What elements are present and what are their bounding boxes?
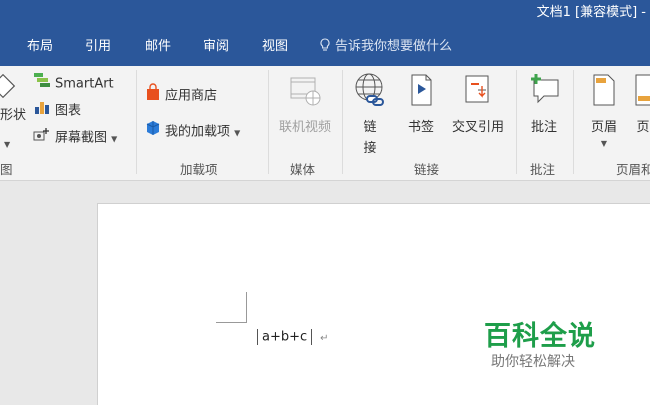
bookmark-label: 书签	[407, 120, 434, 135]
window-title: 文档1 [兼容模式] -	[536, 5, 646, 20]
group-separator	[268, 70, 269, 174]
document-page[interactable]: a+b+c ↵	[97, 203, 650, 405]
title-bar: 文档1 [兼容模式] -	[0, 0, 650, 28]
globe-link-icon	[350, 72, 390, 112]
addins-cube-icon	[145, 119, 161, 145]
shapes-dropdown-icon: ▼	[4, 140, 11, 149]
group-separator	[342, 70, 343, 174]
header-label: 页眉	[590, 120, 617, 135]
group-label-header-footer: 页眉和	[616, 162, 650, 177]
group-separator	[516, 70, 517, 174]
ribbon: 形状 ▼ SmartArt 图表 屏幕截图 ▼ 图 应用商店 我的加载项 ▼ 加…	[0, 66, 650, 181]
store-bag-icon	[145, 83, 161, 109]
new-comment-button[interactable]: 批注	[523, 72, 565, 135]
screenshot-dropdown-icon: ▼	[111, 134, 118, 144]
online-video-label: 联机视频	[278, 120, 331, 135]
shapes-icon	[0, 72, 20, 106]
tell-me-search[interactable]: 告诉我你想要做什么	[320, 28, 452, 66]
app-store-label: 应用商店	[165, 88, 218, 104]
chart-icon	[33, 99, 51, 123]
group-label-links: 链接	[414, 162, 440, 177]
tab-mailings[interactable]: 邮件	[145, 28, 171, 66]
chart-label: 图表	[55, 103, 82, 119]
footer-page-icon	[628, 72, 650, 112]
margin-corner-mark	[216, 292, 247, 323]
equation-text: a+b+c	[262, 329, 308, 345]
my-addins-label: 我的加载项	[165, 124, 231, 140]
new-comment-label: 批注	[530, 120, 557, 135]
footer-label: 页	[636, 120, 650, 135]
cross-reference-label: 交叉引用	[451, 120, 504, 135]
footer-button[interactable]: 页	[628, 72, 650, 135]
ribbon-tab-bar: 布局 引用 邮件 审阅 视图 告诉我你想要做什么	[0, 28, 650, 66]
bookmark-button[interactable]: 书签	[402, 72, 440, 135]
tab-view[interactable]: 视图	[262, 28, 288, 66]
lightbulb-icon	[320, 30, 330, 51]
bookmark-icon	[402, 72, 440, 112]
online-video-button[interactable]: 联机视频	[273, 72, 337, 135]
tab-references[interactable]: 引用	[85, 28, 111, 66]
tell-me-text: 告诉我你想要做什么	[335, 39, 453, 54]
link-label-line1: 链	[363, 120, 377, 135]
header-page-icon	[584, 72, 624, 112]
tab-layout[interactable]: 布局	[27, 28, 53, 66]
header-button[interactable]: 页眉 ▼	[584, 72, 624, 148]
watermark-subtitle: 助你轻松解决	[491, 354, 575, 370]
link-button[interactable]: 链 接	[350, 72, 390, 156]
group-label-comments: 批注	[530, 162, 556, 177]
screenshot-icon	[33, 126, 51, 150]
equation-border-right	[311, 329, 313, 345]
film-globe-icon	[273, 72, 337, 112]
group-separator	[573, 70, 574, 174]
tab-review[interactable]: 审阅	[203, 28, 229, 66]
comment-add-icon	[523, 72, 565, 112]
my-addins-dropdown-icon: ▼	[234, 128, 241, 138]
header-dropdown-icon: ▼	[600, 139, 608, 148]
equation-border-left	[257, 329, 258, 345]
equation-line[interactable]: a+b+c ↵	[253, 329, 329, 345]
smartart-label: SmartArt	[55, 76, 114, 92]
shapes-button[interactable]: 形状	[0, 72, 26, 123]
smartart-icon	[33, 72, 51, 96]
shapes-label: 形状	[0, 108, 27, 123]
paragraph-mark: ↵	[320, 332, 329, 344]
link-label-line2: 接	[363, 141, 377, 156]
app-store-button[interactable]: 应用商店	[145, 83, 217, 105]
cross-reference-button[interactable]: 交叉引用	[446, 72, 510, 135]
group-label-addins: 加载项	[180, 162, 218, 177]
group-label-media: 媒体	[290, 162, 316, 177]
screenshot-label: 屏幕截图	[55, 130, 108, 146]
group-separator	[136, 70, 137, 174]
screenshot-button[interactable]: 屏幕截图 ▼	[33, 126, 117, 148]
cross-reference-icon	[446, 72, 510, 112]
chart-button[interactable]: 图表	[33, 99, 81, 121]
smartart-button[interactable]: SmartArt	[33, 72, 114, 94]
my-addins-button[interactable]: 我的加载项 ▼	[145, 119, 240, 141]
watermark-title: 百科全说	[484, 321, 596, 352]
group-label-illustrations: 图	[0, 162, 13, 177]
